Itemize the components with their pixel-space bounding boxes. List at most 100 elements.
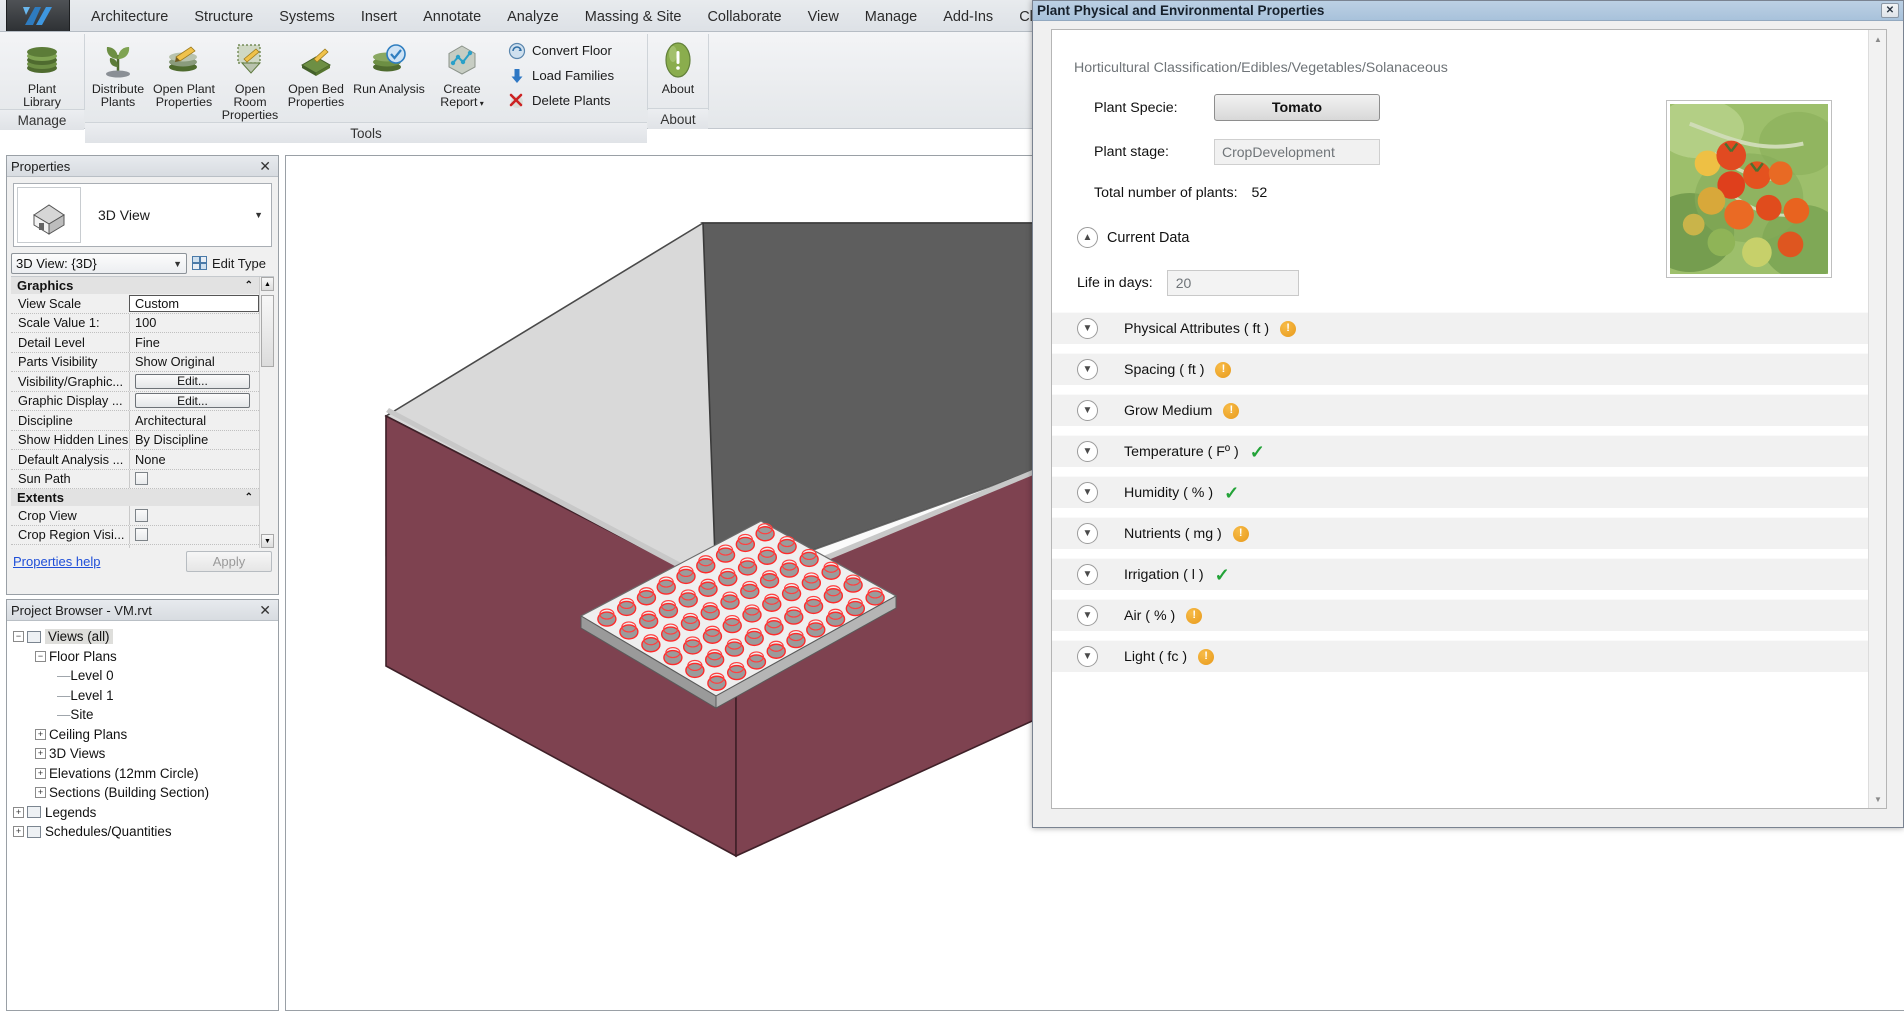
plant-instance[interactable] — [824, 586, 842, 603]
plant-instance[interactable] — [725, 639, 743, 656]
property-row[interactable]: Sun Path — [11, 470, 259, 490]
plant-instance[interactable] — [701, 603, 719, 620]
plant-instance[interactable] — [866, 588, 884, 605]
accordion-item[interactable]: ▼Grow Medium! — [1052, 394, 1868, 426]
ribbon-tab-annotate[interactable]: Annotate — [410, 4, 494, 31]
property-row[interactable]: Crop Region Visi... — [11, 526, 259, 546]
edit-button[interactable]: Edit... — [135, 393, 250, 408]
plant-instance[interactable] — [699, 579, 717, 596]
plant-instance[interactable] — [703, 626, 721, 643]
property-row[interactable]: Visibility/Graphic...Edit... — [11, 372, 259, 392]
chevron-up-icon[interactable]: ⌃ — [245, 492, 253, 503]
plant-instance[interactable] — [708, 673, 726, 690]
chevron-up-icon[interactable]: ▲ — [1077, 227, 1098, 248]
plant-instance[interactable] — [677, 566, 695, 583]
property-value[interactable] — [129, 545, 259, 548]
plant-instance[interactable] — [721, 592, 739, 609]
plant-instance[interactable] — [747, 652, 765, 669]
close-icon[interactable]: ✕ — [1881, 3, 1899, 18]
property-value[interactable] — [129, 470, 259, 489]
stage-field[interactable]: CropDevelopment — [1214, 139, 1380, 165]
tree-node[interactable]: −Floor Plans — [13, 647, 278, 667]
property-row[interactable]: DisciplineArchitectural — [11, 411, 259, 431]
tree-node[interactable]: +Schedules/Quantities — [13, 822, 278, 842]
chevron-down-icon[interactable]: ▼ — [1077, 523, 1098, 544]
property-row[interactable]: Detail LevelFine — [11, 333, 259, 353]
plant-instance[interactable] — [745, 628, 763, 645]
accordion-item[interactable]: ▼Air ( % )! — [1052, 599, 1868, 631]
plant-instance[interactable] — [659, 601, 677, 618]
type-selector[interactable]: 3D View ▼ — [13, 183, 272, 247]
plant-instance[interactable] — [719, 569, 737, 586]
plant-instance[interactable] — [758, 547, 776, 564]
scrollbar-thumb[interactable] — [261, 295, 274, 367]
property-value[interactable] — [129, 526, 259, 545]
property-value[interactable]: By Discipline — [129, 431, 259, 450]
property-checkbox[interactable] — [135, 509, 148, 522]
expand-icon[interactable]: + — [35, 787, 46, 798]
chevron-down-icon[interactable]: ▼ — [254, 210, 263, 220]
scroll-up-icon[interactable]: ▲ — [1871, 32, 1885, 46]
accordion-item[interactable]: ▼Physical Attributes ( ft )! — [1052, 312, 1868, 344]
chevron-down-icon[interactable]: ▼ — [1077, 646, 1098, 667]
property-row[interactable]: Default Analysis ...None — [11, 450, 259, 470]
life-in-days-field[interactable]: 20 — [1167, 270, 1299, 296]
ribbon-tab-view[interactable]: View — [795, 4, 852, 31]
chevron-down-icon[interactable]: ▼ — [1077, 318, 1098, 339]
collapse-icon[interactable]: − — [35, 651, 46, 662]
tree-node[interactable]: −Views (all) — [13, 627, 278, 647]
accordion-item[interactable]: ▼Irrigation ( l )✓ — [1052, 558, 1868, 590]
tree-node[interactable]: +Sections (Building Section) — [13, 783, 278, 803]
run-analysis-button[interactable]: Run Analysis — [349, 36, 429, 96]
delete-plants-button[interactable]: Delete Plants — [503, 88, 618, 113]
plant-instance[interactable] — [706, 650, 724, 667]
plant-instance[interactable] — [697, 556, 715, 573]
ribbon-tab-insert[interactable]: Insert — [348, 4, 410, 31]
plant-instance[interactable] — [765, 618, 783, 635]
plant-instance[interactable] — [640, 611, 658, 628]
scroll-up-icon[interactable]: ▲ — [261, 277, 274, 291]
property-value[interactable] — [129, 506, 259, 525]
dialog-scrollbar[interactable]: ▲ ▼ — [1868, 30, 1886, 808]
chevron-down-icon[interactable]: ▼ — [1077, 441, 1098, 462]
ribbon-tab-systems[interactable]: Systems — [266, 4, 348, 31]
tree-node[interactable]: — Level 0 — [13, 666, 278, 686]
scroll-down-icon[interactable]: ▼ — [1871, 792, 1885, 806]
plant-instance[interactable] — [618, 598, 636, 615]
chevron-down-icon[interactable]: ▼ — [1077, 564, 1098, 585]
species-button[interactable]: Tomato — [1214, 94, 1380, 121]
plant-instance[interactable] — [681, 613, 699, 630]
chevron-down-icon[interactable]: ▼ — [1077, 605, 1098, 626]
close-icon[interactable]: ✕ — [256, 158, 274, 175]
property-row[interactable]: Show Hidden LinesBy Discipline — [11, 431, 259, 451]
plant-instance[interactable] — [717, 545, 735, 562]
plant-instance[interactable] — [807, 620, 825, 637]
plant-instance[interactable] — [642, 635, 660, 652]
scroll-down-icon[interactable]: ▼ — [261, 534, 274, 548]
plant-instance[interactable] — [743, 605, 761, 622]
property-row[interactable]: Crop View — [11, 506, 259, 526]
property-value[interactable]: Edit... — [129, 392, 259, 411]
plant-instance[interactable] — [844, 575, 862, 592]
plant-instance[interactable] — [800, 549, 818, 566]
plant-instance[interactable] — [778, 537, 796, 554]
property-row[interactable]: Scale Value 1:100 — [11, 314, 259, 334]
edit-type-button[interactable]: Edit Type — [192, 256, 266, 271]
property-checkbox[interactable] — [135, 472, 148, 485]
ribbon-tab-manage[interactable]: Manage — [852, 4, 930, 31]
application-menu-button[interactable] — [6, 0, 70, 31]
property-row[interactable]: View ScaleCustom — [11, 294, 259, 314]
expand-icon[interactable]: + — [35, 748, 46, 759]
plant-instance[interactable] — [846, 599, 864, 616]
load-families-button[interactable]: Load Families — [503, 63, 618, 88]
plant-instance[interactable] — [664, 648, 682, 665]
plant-instance[interactable] — [822, 562, 840, 579]
tree-node[interactable]: — Site — [13, 705, 278, 725]
properties-scrollbar[interactable]: ▲ ▼ — [259, 277, 274, 548]
properties-grid[interactable]: Graphics⌃View ScaleCustomScale Value 1:1… — [11, 276, 274, 548]
plant-library-button[interactable]: PlantLibrary — [9, 36, 75, 109]
accordion-item[interactable]: ▼Nutrients ( mg )! — [1052, 517, 1868, 549]
properties-help-link[interactable]: Properties help — [13, 554, 100, 569]
tree-node[interactable]: +3D Views — [13, 744, 278, 764]
plant-instance[interactable] — [637, 588, 655, 605]
